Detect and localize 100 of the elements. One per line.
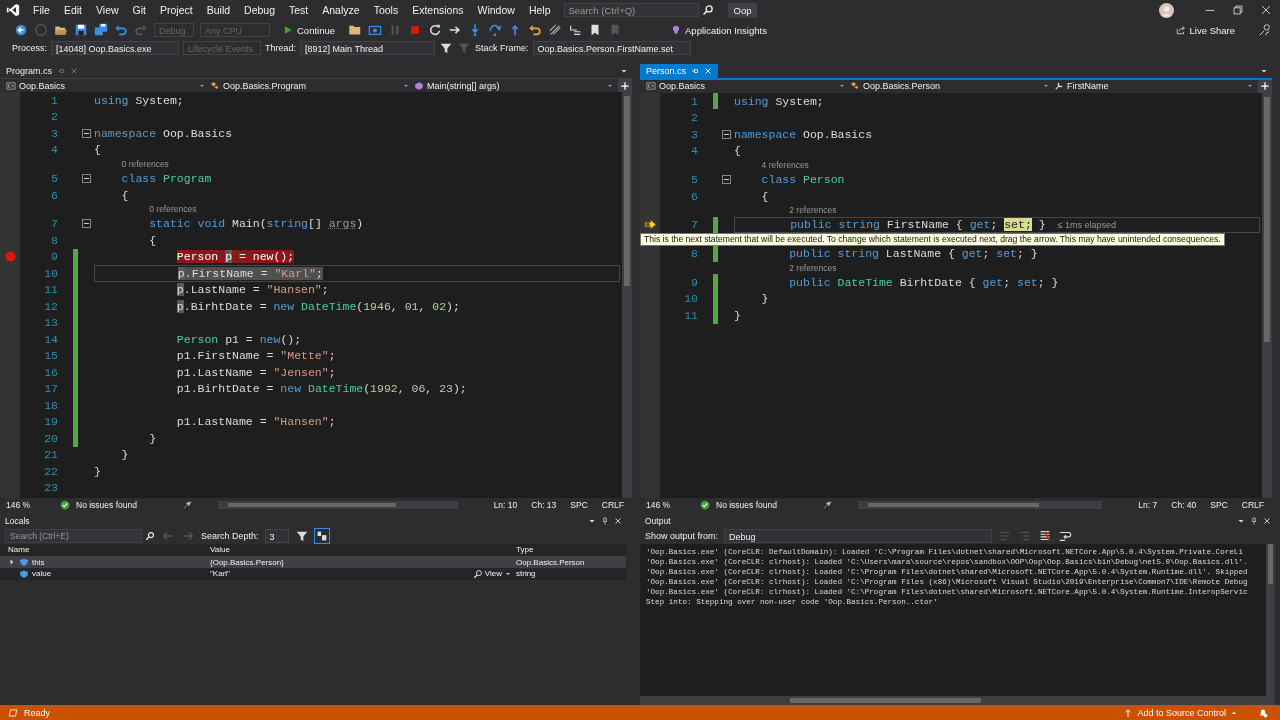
line-indicator[interactable]: Ln: 10 [493,500,518,510]
line-number: 7 [691,218,698,232]
line-number: 8 [51,233,58,247]
document-tab[interactable]: Person.cs [640,64,719,78]
brush-icon[interactable] [182,500,192,510]
collapse-icon[interactable] [721,175,731,184]
application-insights-button[interactable]: Application Insights [668,24,770,36]
close-icon[interactable] [1259,3,1273,17]
menu-item[interactable]: Build [199,0,238,20]
menu-item[interactable]: File [26,0,57,20]
search-field[interactable]: Search (Ctrl+Q) [563,3,699,17]
column-header[interactable]: Type [516,545,626,555]
undo-icon[interactable] [114,23,128,37]
search-field[interactable]: Search (Ctrl+E) [5,528,142,543]
menu-item[interactable]: Tools [366,0,406,20]
reference-count[interactable]: 0 references [121,159,169,170]
navigation-dropdown[interactable]: Oop.Basics.Program [210,79,414,92]
issues-status[interactable]: No issues found [76,500,176,510]
continue-button[interactable]: Continue [280,24,339,36]
line-indicator[interactable]: Ln: 7 [1138,500,1158,510]
indent-icon[interactable] [568,23,583,37]
navigation-dropdown[interactable]: Oop.Basics [646,80,850,93]
avatar-icon[interactable] [1159,2,1174,18]
line-number: 9 [691,275,698,289]
line-ending-indicator[interactable]: CRLF [1241,500,1264,510]
scrollbar[interactable] [1262,92,1272,499]
menu-item[interactable]: Git [125,0,153,20]
reference-count[interactable]: 2 references [789,263,837,273]
line-number: 4 [51,143,58,157]
reference-count[interactable]: 0 references [149,204,197,215]
menu-item[interactable]: Project [153,0,200,20]
column-header[interactable]: Name [0,545,210,555]
dropdown-icon[interactable] [1260,67,1268,75]
navigation-dropdown[interactable]: FirstName [1054,80,1258,93]
zoom-dropdown[interactable]: 146 % [646,500,694,510]
column-header[interactable]: Value [210,545,516,555]
folder-icon[interactable] [348,23,363,37]
clear-all-icon[interactable] [1038,528,1053,543]
collapse-icon[interactable] [81,219,91,229]
menu-item[interactable]: Edit [56,0,89,20]
save-all-icon[interactable] [94,23,108,37]
line-number: 11 [44,283,58,297]
add-icon[interactable] [1258,80,1272,93]
save-icon[interactable] [74,23,88,37]
column-indicator[interactable]: Ch: 13 [531,500,557,510]
step-over-icon[interactable] [488,23,503,37]
breakpoint-icon[interactable] [4,251,16,263]
filter-icon[interactable] [439,41,454,55]
issues-status[interactable]: No issues found [716,500,816,510]
indent-indicator[interactable]: SPC [1210,500,1228,510]
back-icon[interactable] [14,23,28,37]
notifications-icon[interactable] [1258,707,1268,718]
restart-icon[interactable] [428,23,443,37]
horizontal-scrollbar[interactable] [858,501,1103,509]
collapse-icon[interactable] [81,128,91,138]
dropdown-icon[interactable] [620,67,628,75]
add-icon[interactable] [618,79,632,92]
restore-icon[interactable] [1231,3,1245,17]
scrollbar[interactable] [1266,544,1275,696]
menu-item[interactable]: Debug [237,0,282,20]
process-dropdown[interactable]: [14048] Oop.Basics.exe [51,41,179,55]
horizontal-scrollbar[interactable] [218,501,458,509]
line-ending-indicator[interactable]: CRLF [601,500,624,510]
navigation-dropdown[interactable]: Oop.Basics [6,79,210,92]
source-control-button[interactable]: Add to Source Control [1123,707,1238,718]
view-button[interactable]: View [472,568,512,579]
collapse-icon[interactable] [81,174,91,184]
output-source-dropdown[interactable]: Debug [724,528,993,543]
reference-count[interactable]: 4 references [761,160,809,171]
perf-tip[interactable]: ≤ 1ms elapsed [1057,219,1117,230]
menu-item[interactable]: Help [521,0,558,20]
reference-count[interactable]: 2 references [789,205,837,216]
feedback-icon[interactable] [1258,23,1272,37]
undo-icon[interactable] [528,23,543,37]
brush-icon[interactable] [822,500,832,510]
stack-frame-dropdown[interactable]: Oop.Basics.Person.FirstName.set [532,41,691,55]
horizontal-scrollbar[interactable] [640,696,1275,705]
zoom-dropdown[interactable]: 146 % [6,500,54,510]
check-icon [60,500,70,510]
search-depth-dropdown[interactable]: 3 [264,528,289,543]
collapse-icon[interactable] [721,129,731,139]
menu-item[interactable]: Window [470,0,522,20]
next-statement-arrow-icon[interactable] [643,219,657,231]
indent-indicator[interactable]: SPC [570,500,588,510]
expand-icon[interactable] [8,558,16,567]
menu-item[interactable]: Test [282,0,316,20]
menu-item[interactable]: View [89,0,126,20]
pin-icon[interactable] [691,67,700,75]
navigation-dropdown[interactable]: Oop.Basics.Person [850,80,1054,93]
code-editor[interactable] [640,92,1272,499]
column-indicator[interactable]: Ch: 40 [1171,500,1197,510]
menu-item[interactable]: Analyze [315,0,367,20]
navigation-dropdown[interactable]: Main(string[] args) [414,79,618,92]
locals-row[interactable]: value "Karl" View string [0,568,626,580]
camera-icon[interactable] [368,23,383,37]
scrollbar[interactable] [622,92,632,498]
thread-dropdown[interactable]: [8912] Main Thread [300,41,436,55]
menu-item[interactable]: Extensions [405,0,471,20]
close-icon[interactable] [704,67,713,75]
live-share-button[interactable]: Live Share [1172,24,1238,36]
